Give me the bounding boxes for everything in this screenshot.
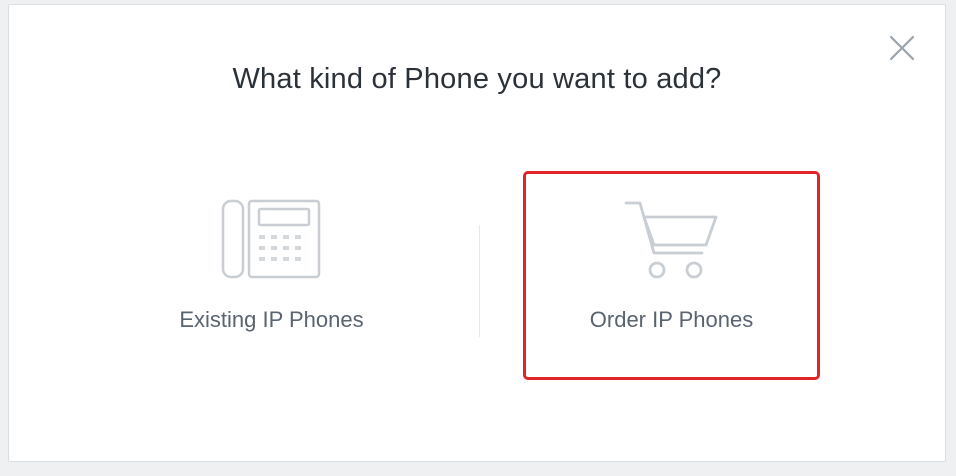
order-ip-phones-option[interactable]: Order IP Phones (523, 171, 820, 380)
existing-ip-phones-label: Existing IP Phones (179, 307, 364, 332)
icon-container (123, 199, 420, 289)
order-ip-phones-label: Order IP Phones (589, 307, 754, 332)
icon-container (526, 199, 817, 289)
shopping-cart-icon (624, 201, 717, 279)
close-button[interactable] (885, 31, 919, 65)
close-icon (889, 35, 915, 61)
existing-ip-phones-option[interactable]: Existing IP Phones (123, 171, 420, 380)
desk-phone-icon (221, 199, 320, 279)
options-divider (479, 225, 480, 337)
add-phone-dialog: What kind of Phone you want to add? Exis… (8, 4, 946, 462)
dialog-title: What kind of Phone you want to add? (232, 63, 722, 95)
